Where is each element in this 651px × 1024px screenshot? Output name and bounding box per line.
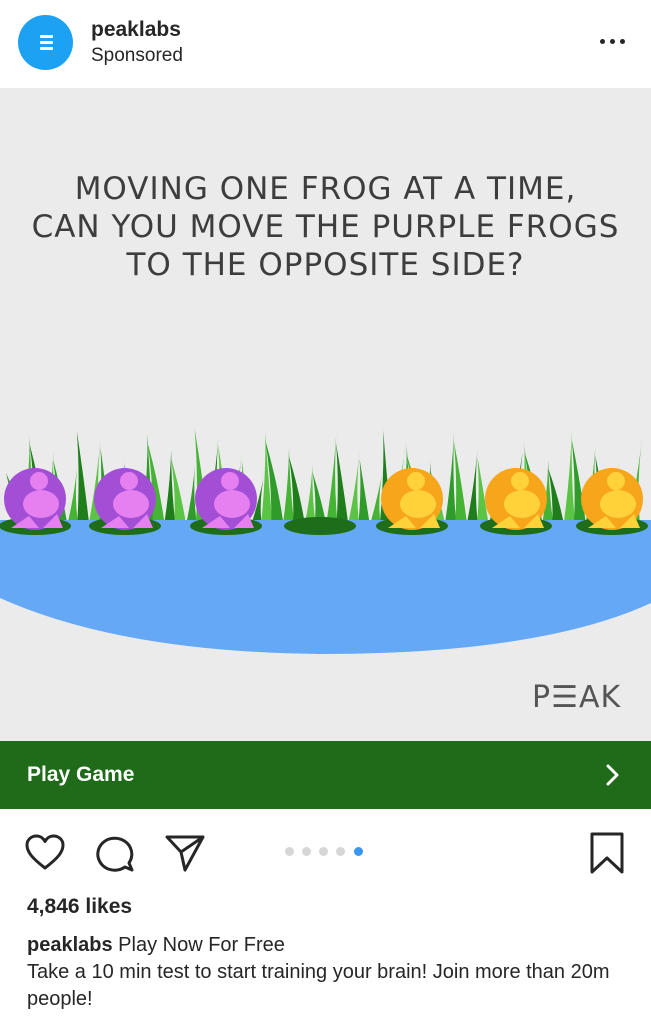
grass-blade [357, 459, 371, 530]
peak-logo: P☰AK [532, 680, 622, 715]
carousel-dot [285, 847, 294, 856]
orange-frog [381, 468, 443, 530]
paper-plane-icon[interactable] [164, 833, 206, 873]
frog-pond-illustration [0, 429, 651, 654]
grass-blade [325, 435, 339, 530]
likes-count[interactable]: 4,846 likes [27, 895, 132, 919]
orange-frog [581, 468, 643, 530]
carousel-dot-active [354, 847, 363, 856]
grass-blade [163, 450, 177, 530]
carousel-dot [302, 847, 311, 856]
instagram-post: peaklabs Sponsored MOVING ONE FROG AT A … [0, 0, 651, 1024]
username[interactable]: peaklabs [91, 18, 181, 42]
purple-frog [4, 468, 66, 530]
post-image[interactable]: MOVING ONE FROG AT A TIME, CAN YOU MOVE … [0, 88, 651, 741]
comment-icon[interactable] [95, 833, 137, 873]
avatar[interactable] [18, 15, 73, 70]
lily-pad [284, 517, 356, 535]
purple-frog [94, 468, 156, 530]
pond-water [0, 520, 651, 654]
grass-blade [465, 449, 479, 530]
grass-blade [76, 431, 90, 530]
action-bar [0, 809, 651, 889]
heart-icon[interactable] [24, 833, 66, 871]
caption: peaklabs Play Now For Free Take a 10 min… [27, 932, 627, 1013]
caption-title: Play Now For Free [118, 934, 285, 956]
play-game-button[interactable]: Play Game [0, 741, 651, 809]
bookmark-icon[interactable] [588, 831, 626, 875]
cta-label: Play Game [27, 763, 135, 786]
orange-frog [485, 468, 547, 530]
grass-blade [336, 443, 349, 530]
post-header: peaklabs Sponsored [0, 0, 651, 88]
carousel-dot [319, 847, 328, 856]
grass-blade [346, 451, 360, 530]
purple-frog [195, 468, 257, 530]
grass-blade [562, 431, 576, 530]
chevron-right-icon [606, 764, 619, 786]
sponsored-label: Sponsored [91, 45, 183, 66]
grass-blade [444, 433, 457, 530]
carousel-dot [336, 847, 345, 856]
caption-username[interactable]: peaklabs [27, 934, 113, 956]
grass-blade [453, 441, 468, 530]
caption-body: Take a 10 min test to start training you… [27, 961, 610, 1010]
more-options-icon[interactable] [594, 26, 632, 56]
